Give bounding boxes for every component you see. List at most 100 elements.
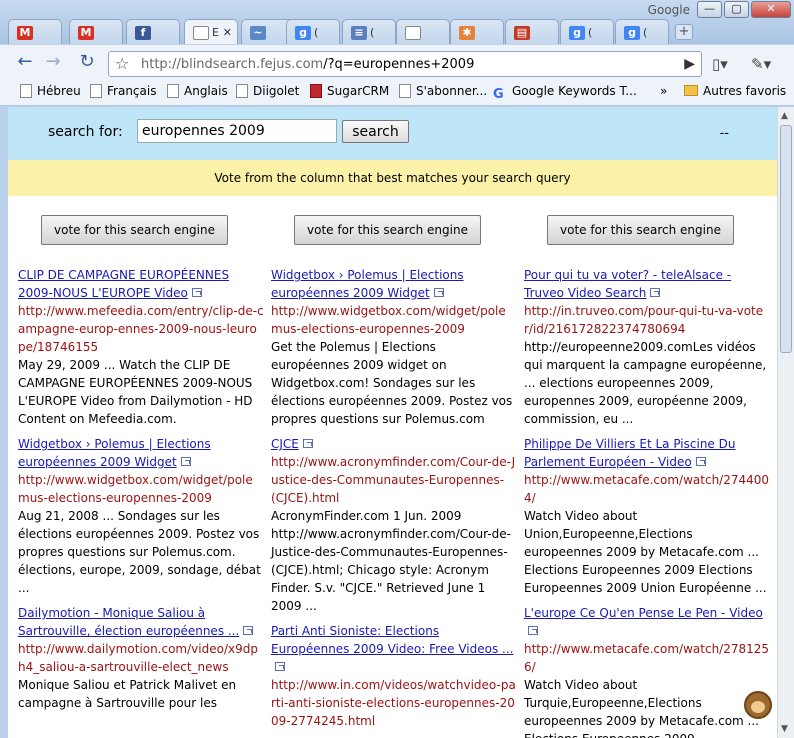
vote-button-column-1[interactable]: vote for this search engine — [41, 215, 228, 245]
result-title-link[interactable]: L'europe Ce Qu'en Pense Le Pen - Video — [524, 606, 763, 620]
wrench-icon[interactable]: ✎▾ — [751, 55, 771, 73]
bookmark-item[interactable]: Français — [90, 84, 156, 102]
open-new-window-icon[interactable] — [695, 457, 706, 466]
results-column-3: Pour qui tu va voter? - teleAlsace - Tru… — [524, 266, 770, 738]
search-result: Philippe De Villiers Et La Piscine Du Pa… — [524, 435, 770, 597]
address-bar[interactable]: ☆ http://blindsearch.fejus.com/?q=europe… — [108, 51, 702, 77]
bookmark-label: Français — [107, 84, 157, 98]
bookmarks-bar: Hébreu Français Anglais Diigolet SugarCRM S'a… — [0, 80, 794, 106]
bookmark-item[interactable]: Diigolet — [236, 84, 299, 102]
close-tab-icon[interactable]: ✕ — [223, 26, 232, 39]
result-title-link[interactable]: Pour qui tu va voter? - teleAlsace - Tru… — [524, 268, 731, 300]
result-title-link[interactable]: CJCE — [271, 437, 299, 451]
scroll-up-icon[interactable]: ▲ — [781, 111, 788, 121]
result-title-link[interactable]: Parti Anti Sioniste: Elections Européenn… — [271, 624, 513, 656]
minimize-button[interactable]: — — [697, 1, 722, 18]
reload-icon: ↻ — [79, 51, 95, 72]
result-snippet: http://europeenne2009.comLes vidéos qui … — [524, 340, 767, 426]
open-new-window-icon[interactable] — [180, 457, 191, 466]
result-url: http://www.widgetbox.com/widget/polemus-… — [18, 473, 253, 505]
tab-7[interactable] — [396, 19, 450, 45]
page-icon — [405, 26, 421, 40]
open-new-window-icon[interactable] — [528, 626, 538, 635]
folder-icon — [684, 85, 698, 96]
result-title-link[interactable]: Dailymotion - Monique Saliou à Sartrouvi… — [18, 606, 239, 638]
open-new-window-icon[interactable] — [650, 288, 661, 297]
tab-3[interactable]: E ✕ — [184, 19, 238, 46]
result-url: http://www.metacafe.com/watch/2781256/ — [524, 642, 770, 674]
tab-6[interactable]: ≡( — [342, 19, 396, 45]
page-menu-icon[interactable]: ▯▾ — [712, 55, 728, 73]
page-icon — [90, 84, 102, 98]
result-url: http://www.widgetbox.com/widget/polemus-… — [271, 304, 506, 336]
tab-0[interactable]: M — [8, 19, 62, 45]
bookmark-label: Diigolet — [253, 84, 300, 98]
reload-button[interactable]: ↻ — [74, 51, 100, 75]
bookmark-item[interactable]: G Google Keywords T... — [493, 84, 637, 102]
search-input[interactable] — [137, 119, 337, 143]
open-new-window-icon[interactable] — [302, 439, 313, 448]
rss-icon: ≡ — [351, 26, 367, 40]
scroll-down-icon[interactable]: ▼ — [781, 724, 788, 734]
close-window-button[interactable]: ✕ — [751, 1, 791, 18]
bookmark-star-icon[interactable]: ☆ — [115, 54, 129, 73]
vote-button-column-2[interactable]: vote for this search engine — [294, 215, 481, 245]
gmail-icon: M — [78, 26, 94, 40]
tab-1[interactable]: M — [69, 19, 123, 45]
tab-11[interactable]: g( — [615, 19, 669, 45]
sugarcrm-icon — [310, 84, 322, 98]
result-snippet: Monique Saliou et Patrick Malivet en cam… — [18, 678, 237, 710]
result-url: http://www.mefeedia.com/entry/clip-de-ca… — [18, 304, 264, 354]
result-snippet: Watch Video about Union,Europeenne,Elect… — [524, 509, 767, 595]
search-result: CLIP DE CAMPAGNE EUROPÉENNES 2009-NOUS L… — [18, 266, 264, 428]
search-result: Dailymotion - Monique Saliou à Sartrouvi… — [18, 604, 264, 712]
bookmark-item[interactable]: Autres favoris — [684, 84, 786, 102]
chart-icon: ~ — [250, 26, 266, 40]
search-result: Widgetbox › Polemus | Elections européen… — [271, 266, 517, 428]
search-result: CJCE http://www.acronymfinder.com/Cour-de… — [271, 435, 517, 615]
bookmark-item[interactable]: S'abonner... — [399, 84, 487, 102]
tab-title: ( — [588, 26, 593, 39]
dashes-text: -- — [719, 126, 729, 141]
result-url: http://www.in.com/videos/watchvideo-part… — [271, 678, 516, 728]
vertical-scrollbar[interactable]: ▲ ▼ — [777, 107, 794, 738]
scroll-thumb[interactable] — [780, 125, 792, 353]
bookmark-label: SugarCRM — [327, 84, 390, 98]
vote-button-column-3[interactable]: vote for this search engine — [547, 215, 734, 245]
tab-title: E — [212, 26, 219, 39]
tab-8[interactable]: ✱ — [450, 19, 504, 45]
url-path: /?q=europennes+2009 — [323, 57, 475, 72]
url-text: http://blindsearch.fejus.com/?q=europenn… — [141, 57, 474, 72]
open-new-window-icon[interactable] — [243, 626, 254, 635]
open-new-window-icon[interactable] — [191, 288, 202, 297]
page-icon — [20, 84, 32, 98]
bookmark-label: » — [660, 84, 668, 98]
bookmark-item[interactable]: Hébreu — [20, 84, 81, 102]
search-button[interactable]: search — [342, 120, 409, 143]
bookmark-item[interactable]: Anglais — [167, 84, 228, 102]
new-tab-button[interactable]: + — [675, 24, 693, 40]
results-column-2: Widgetbox › Polemus | Elections européen… — [271, 266, 517, 737]
search-result: Pour qui tu va voter? - teleAlsace - Tru… — [524, 266, 770, 428]
bookmark-label: S'abonner... — [416, 84, 488, 98]
back-button[interactable]: ← — [12, 51, 38, 75]
tab-10[interactable]: g( — [560, 19, 614, 45]
url-host: http://blindsearch.fejus.com — [141, 57, 324, 72]
tab-5[interactable]: g( — [286, 19, 340, 45]
tab-strip: M Mf E ✕ ~ g(≡(✱ ▤ g(g(+ — [8, 19, 794, 46]
facebook-icon: f — [135, 26, 151, 40]
result-url: http://www.acronymfinder.com/Cour-de-Jus… — [271, 455, 516, 505]
tab-2[interactable]: f — [126, 19, 180, 45]
open-new-window-icon[interactable] — [433, 288, 444, 297]
search-bar: search for: search -- — [8, 107, 777, 160]
result-url: http://in.truveo.com/pour-qui-tu-va-vote… — [524, 304, 764, 336]
bookmark-item[interactable]: » — [660, 84, 667, 102]
forward-button[interactable]: → — [40, 51, 66, 75]
go-icon[interactable]: ▶ — [684, 56, 695, 72]
monkey-mascot-icon — [744, 691, 772, 719]
bookmark-item[interactable]: SugarCRM — [310, 84, 389, 102]
open-new-window-icon[interactable] — [275, 662, 285, 671]
page-icon — [193, 26, 209, 40]
tab-9[interactable]: ▤ — [505, 19, 559, 45]
maximize-button[interactable]: ▢ — [724, 1, 749, 18]
